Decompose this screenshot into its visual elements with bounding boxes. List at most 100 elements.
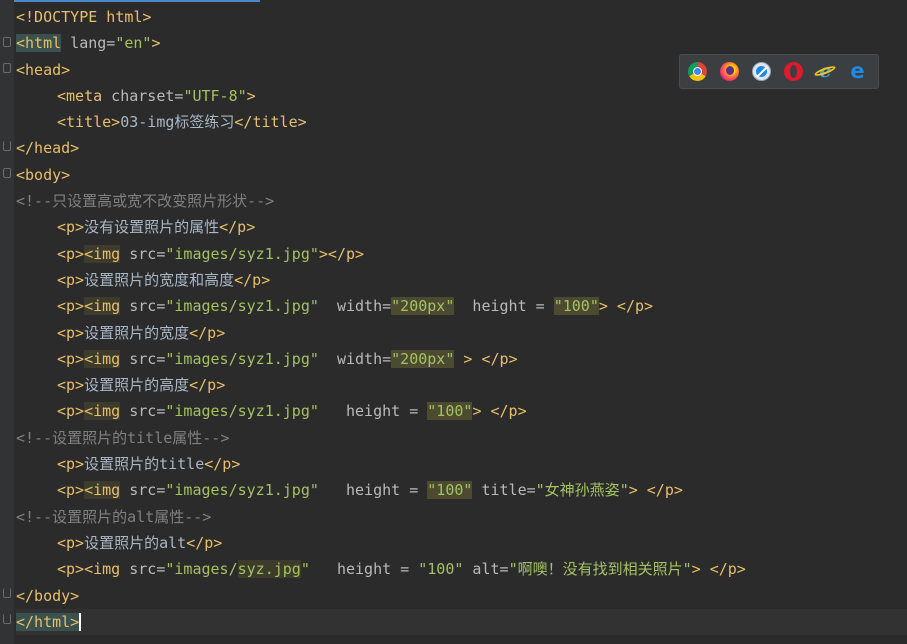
code-token: <!DOCTYPE html> [16,8,152,26]
code-line: <!DOCTYPE html> [16,4,907,30]
fold-head-icon[interactable] [3,63,11,73]
code-line: <!--设置照片的title属性--> [16,425,907,451]
code-token: <img [84,560,121,579]
code-token: <p> [57,455,85,474]
code-token: lang= [61,34,116,53]
code-token: <p> [57,376,85,395]
code-token: </p> [186,533,223,552]
code-token: <head> [16,60,71,79]
code-token: 设置照片的alt [84,533,187,552]
internet-explorer-icon[interactable]: e [816,62,835,81]
code-token: <img [84,402,121,421]
code-token: height = [318,481,428,500]
code-editor[interactable]: <!DOCTYPE html> <html lang="en"> <head> … [16,4,907,636]
code-token: 03-img标签练习 [120,113,235,132]
code-comment: <!--设置照片的alt属性--> [16,507,212,526]
code-token: > </p> [628,481,683,500]
code-token: src= [120,402,166,421]
code-token: alt= [463,560,509,579]
code-token: src= [120,349,166,368]
code-token: </p> [204,455,241,474]
code-token: "100" [418,560,464,579]
code-token: src= [120,297,166,316]
code-token: <p> [57,402,85,421]
code-token: </p> [189,376,226,395]
code-token: <title> [57,113,121,132]
code-token: 设置照片的title [84,455,205,474]
code-token: height = [318,402,428,421]
code-comment: <!--只设置高或宽不改变照片形状--> [16,192,275,211]
edge-icon[interactable]: e [848,61,867,82]
code-token: </title> [234,113,307,132]
code-token: </head> [16,139,80,158]
fold-body-end-icon[interactable] [3,588,11,598]
code-token: charset= [102,86,184,105]
code-line: <p><img src="images/syz1.jpg" width="200… [16,293,907,319]
safari-icon[interactable] [752,62,771,81]
code-token: <p> [57,349,85,368]
code-token: <html [16,34,62,53]
code-token: > </p> [691,560,746,579]
code-token: > </p> [598,297,654,316]
firefox-icon[interactable] [720,62,739,81]
code-token: 设置照片的宽度和高度 [84,270,235,289]
code-token: 设置照片的高度 [84,376,190,395]
code-token: "images/syz1.jpg" [165,481,319,500]
code-token: src= [120,244,166,263]
code-token: "100" [553,297,599,316]
code-line: <p><img src="images/syz.jpg" height = "1… [16,556,907,582]
code-line-current: </html> [16,608,907,636]
chrome-icon[interactable] [688,62,707,81]
code-token: "images/syz1.jpg" [165,402,319,421]
fold-head-end-icon[interactable] [3,141,11,151]
code-token: 没有设置照片的属性 [84,218,220,237]
code-token: </body> [16,586,80,605]
code-line: <body> [16,162,907,188]
code-token: > [151,34,161,53]
active-tab-indicator [0,0,260,2]
code-token: <p> [57,297,85,316]
code-token: "200px" [391,349,455,368]
code-token: "images/ [165,560,238,579]
code-token: <p> [57,218,85,237]
code-token: <p> [57,481,85,500]
editor-gutter[interactable] [0,0,14,644]
code-token: "100" [427,481,473,500]
code-token: <p> [57,533,85,552]
code-token: > [246,86,256,105]
top-accent-bar [0,0,907,3]
code-line: <p>设置照片的宽度和高度</p> [16,267,907,293]
code-token: <p> [57,270,85,289]
code-line: <!--只设置高或宽不改变照片形状--> [16,188,907,214]
fold-html-end-icon[interactable] [3,614,11,624]
code-line: </head> [16,135,907,161]
code-token: "啊噢！没有找到相关照片" [508,560,692,579]
code-token: <p> [57,323,85,342]
code-token: syz.jpg [237,560,301,579]
code-token: <body> [16,165,71,184]
code-token: src= [120,560,166,579]
code-token: 设置照片的宽度 [84,323,190,342]
code-line: <p>没有设置照片的属性</p> [16,214,907,240]
code-token: height = [309,560,419,579]
code-token: </p> [189,323,226,342]
code-line: <p><img src="images/syz1.jpg"></p> [16,241,907,267]
code-token: </p> [219,218,256,237]
code-token: "100" [427,402,473,421]
browser-preview-toolbar: e e [679,54,879,89]
code-token: > </p> [454,349,518,368]
opera-icon[interactable] [784,62,803,81]
code-token: "images/syz1.jpg" [165,349,319,368]
code-line: </body> [16,583,907,609]
code-token: <img [84,481,121,500]
code-token: width= [318,297,392,316]
code-token: </html> [16,612,80,631]
code-token: <img [84,349,121,368]
fold-body-icon[interactable] [3,168,11,178]
fold-html-icon[interactable] [3,37,11,47]
code-line: <title>03-img标签练习</title> [16,109,907,135]
code-token: <meta [57,86,103,105]
code-token: "images/syz1.jpg" [165,244,319,263]
code-token: "UTF-8" [183,86,247,105]
code-token: <img [84,297,121,316]
